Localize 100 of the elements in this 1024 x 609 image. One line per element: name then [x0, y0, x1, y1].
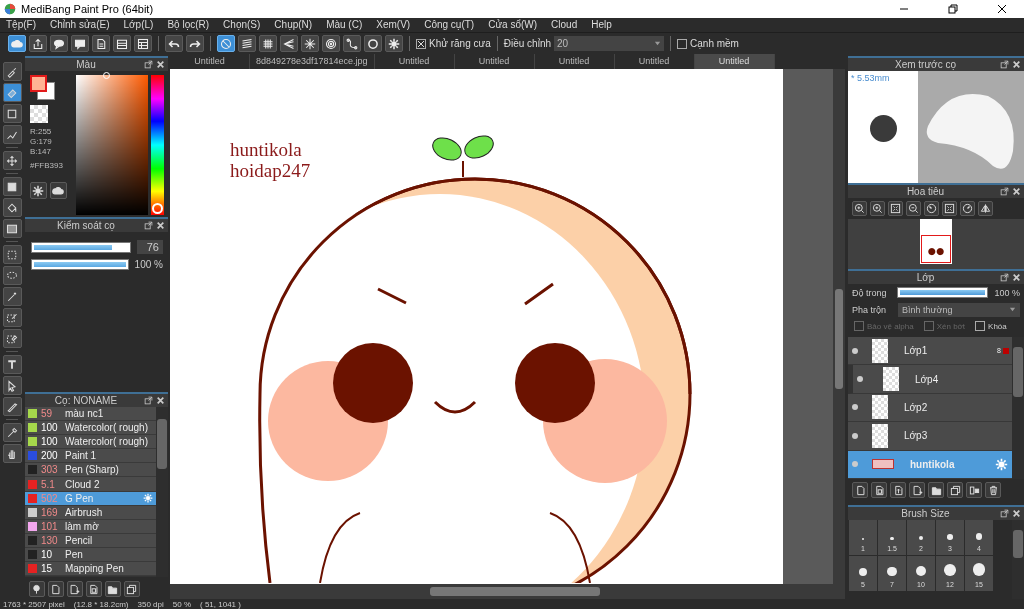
- popout-icon[interactable]: [1000, 187, 1009, 196]
- tool-button[interactable]: [3, 329, 22, 348]
- brush-row[interactable]: 59 màu nc1: [24, 407, 156, 422]
- popout-icon[interactable]: [1000, 273, 1009, 282]
- tool-button[interactable]: [3, 397, 22, 416]
- add-page-button[interactable]: [66, 581, 83, 597]
- gear-button[interactable]: [385, 35, 403, 52]
- undo-button[interactable]: [165, 35, 183, 52]
- layer-row[interactable]: Lớp2: [848, 393, 1012, 423]
- brush-row[interactable]: 15 Mapping Pen: [24, 562, 156, 577]
- tool-button[interactable]: [3, 125, 22, 144]
- zoom-fit-button[interactable]: [888, 201, 903, 216]
- close-icon[interactable]: [997, 4, 1007, 14]
- copy-page-button[interactable]: [871, 482, 887, 498]
- brush-row[interactable]: 100 Watercolor( rough): [24, 421, 156, 436]
- blend-mode-dropdown[interactable]: Bình thường: [898, 302, 1020, 317]
- tool-button[interactable]: [3, 287, 22, 306]
- import-button[interactable]: [890, 482, 906, 498]
- new-page-button[interactable]: [852, 482, 868, 498]
- visibility-icon[interactable]: [852, 404, 858, 411]
- zoom-in-button[interactable]: [852, 201, 867, 216]
- list-button[interactable]: [113, 35, 131, 52]
- layer-row[interactable]: Lớp4: [848, 365, 1012, 394]
- tool-button[interactable]: [3, 151, 22, 170]
- perspective-button[interactable]: [280, 35, 298, 52]
- brush-row[interactable]: 100 Watercolor( rough): [24, 435, 156, 450]
- menu-item[interactable]: Màu (C): [326, 18, 363, 32]
- menu-item[interactable]: Cloud: [551, 18, 578, 32]
- document-tab[interactable]: Untitled: [694, 54, 775, 69]
- table-button[interactable]: [134, 35, 152, 52]
- folder-button[interactable]: [928, 482, 944, 498]
- transparent-swatch[interactable]: [29, 105, 48, 123]
- restore-icon[interactable]: [948, 4, 958, 14]
- trash-button[interactable]: [985, 482, 1001, 498]
- checkbox[interactable]: [416, 38, 426, 49]
- tool-button[interactable]: [3, 62, 22, 81]
- menu-item[interactable]: Chọn(S): [223, 18, 261, 32]
- zoom-out-button[interactable]: [906, 201, 921, 216]
- brush-row[interactable]: 200 Paint 1: [24, 449, 156, 464]
- popout-icon[interactable]: [143, 396, 153, 405]
- tool-button[interactable]: [3, 245, 22, 264]
- visibility-icon[interactable]: [852, 432, 858, 439]
- concentric-button[interactable]: [322, 35, 340, 52]
- visibility-icon[interactable]: [852, 347, 858, 354]
- zoom-in-button[interactable]: [870, 201, 885, 216]
- comment-button[interactable]: [71, 35, 89, 52]
- size-slider[interactable]: [30, 241, 131, 253]
- rotate-left-button[interactable]: [924, 201, 939, 216]
- redo-button[interactable]: [186, 35, 204, 52]
- color-field[interactable]: [75, 75, 149, 215]
- tool-button[interactable]: [3, 83, 22, 102]
- speech-button[interactable]: [50, 35, 68, 52]
- upload-button[interactable]: [29, 35, 47, 52]
- tool-button[interactable]: [3, 355, 22, 374]
- new-page-button[interactable]: [47, 581, 64, 597]
- popout-icon[interactable]: [143, 60, 153, 69]
- flip-button[interactable]: [978, 201, 993, 216]
- duplicate-button[interactable]: [947, 482, 963, 498]
- hue-spectrum[interactable]: [151, 75, 164, 215]
- parallel-button[interactable]: [238, 35, 256, 52]
- layer-row[interactable]: Lớp3: [848, 422, 1012, 451]
- visibility-icon[interactable]: [857, 376, 863, 383]
- drawing-canvas[interactable]: huntikola hoidap247: [169, 69, 783, 584]
- copy-page-button[interactable]: [85, 581, 102, 597]
- menu-item[interactable]: Bộ lọc(R): [167, 18, 210, 32]
- menu-item[interactable]: Công cụ(T): [424, 18, 475, 32]
- brush-import-button[interactable]: [28, 581, 45, 597]
- radial-button[interactable]: [301, 35, 319, 52]
- viewport-frame[interactable]: [921, 235, 951, 263]
- navigator-thumbnail[interactable]: [920, 219, 952, 264]
- color-swatches-icon[interactable]: [29, 75, 56, 101]
- size-value-field[interactable]: 76: [136, 240, 163, 254]
- zoom-fit-button[interactable]: [942, 201, 957, 216]
- add-page-button[interactable]: [909, 482, 925, 498]
- menu-item[interactable]: Help: [591, 18, 612, 32]
- grid-button[interactable]: [259, 35, 277, 52]
- curve-button[interactable]: [343, 35, 361, 52]
- tool-button[interactable]: [3, 198, 22, 217]
- tool-button[interactable]: [3, 219, 22, 238]
- tool-button[interactable]: [3, 177, 22, 196]
- tool-button[interactable]: [3, 308, 22, 327]
- popout-icon[interactable]: [1000, 509, 1009, 518]
- tool-button[interactable]: [3, 423, 22, 442]
- brush-row[interactable]: 5.1 Cloud 2: [24, 477, 156, 492]
- popout-icon[interactable]: [143, 221, 153, 230]
- checkbox[interactable]: [975, 321, 986, 331]
- folder-button[interactable]: [104, 581, 121, 597]
- brush-row[interactable]: 303 Pen (Sharp): [24, 463, 156, 478]
- menu-item[interactable]: Lớp(L): [123, 18, 154, 32]
- rotate-right-button[interactable]: [960, 201, 975, 216]
- tool-button[interactable]: [3, 104, 22, 123]
- checkbox[interactable]: [677, 38, 688, 49]
- menu-item[interactable]: Tệp(F): [6, 18, 36, 32]
- duplicate-button[interactable]: [123, 581, 140, 597]
- tool-button[interactable]: [3, 444, 22, 463]
- adjust-dropdown[interactable]: 20: [554, 36, 665, 51]
- menu-item[interactable]: Cửa sổ(W): [488, 18, 538, 32]
- menu-item[interactable]: Chỉnh sửa(E): [50, 18, 110, 32]
- hue-handle[interactable]: [152, 203, 164, 214]
- tool-button[interactable]: [3, 376, 22, 395]
